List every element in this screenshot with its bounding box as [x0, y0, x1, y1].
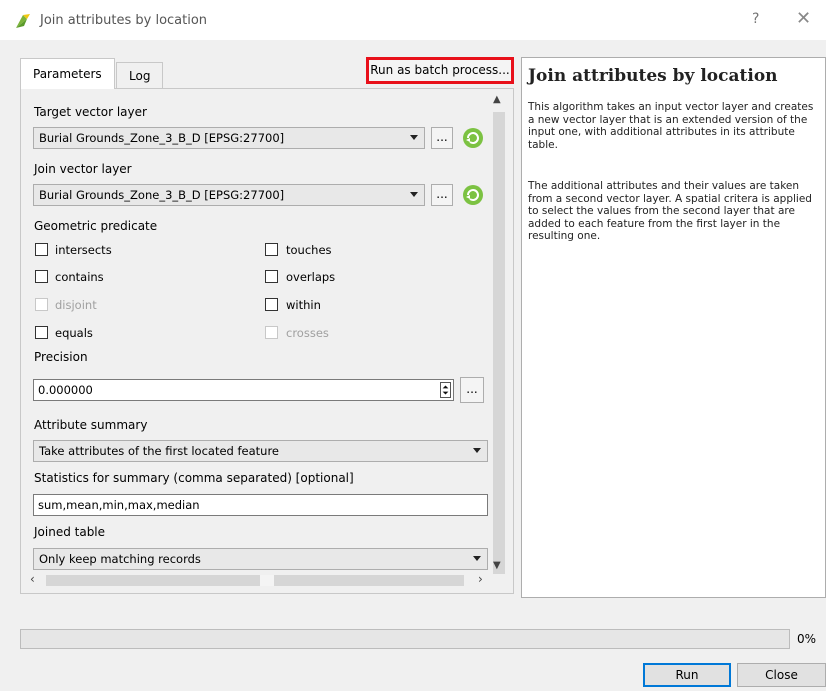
intersects-label: intersects [55, 243, 112, 257]
equals-checkbox[interactable] [35, 326, 48, 339]
overlaps-checkbox[interactable] [265, 270, 278, 283]
help-panel: Join attributes by location This algorit… [521, 57, 826, 598]
scroll-down-icon[interactable]: ▼ [493, 560, 501, 571]
touches-label: touches [286, 243, 332, 257]
scroll-up-icon[interactable]: ▲ [493, 94, 501, 105]
joined-table-label: Joined table [34, 525, 106, 539]
statistics-label: Statistics for summary (comma separated)… [34, 471, 354, 485]
chevron-down-icon [473, 448, 481, 453]
title-bar: Join attributes by location ? ✕ [0, 0, 826, 40]
chevron-down-icon [473, 556, 481, 561]
within-checkbox[interactable] [265, 298, 278, 311]
progress-percent: 0% [797, 632, 817, 646]
crosses-label: crosses [286, 326, 329, 340]
geometric-predicate-label: Geometric predicate [34, 219, 158, 233]
join-layer-label: Join vector layer [34, 162, 132, 176]
within-label: within [286, 298, 321, 312]
scroll-right-icon[interactable]: › [478, 572, 483, 586]
scroll-grip [260, 575, 274, 586]
close-button[interactable]: Close [737, 663, 826, 687]
target-layer-value: Burial Grounds_Zone_3_B_D [EPSG:27700] [39, 131, 285, 145]
touches-checkbox[interactable] [265, 243, 278, 256]
refresh-icon[interactable] [462, 184, 484, 206]
overlaps-label: overlaps [286, 270, 336, 284]
refresh-icon[interactable] [462, 127, 484, 149]
close-icon[interactable]: ✕ [796, 8, 811, 29]
join-layer-select[interactable]: Burial Grounds_Zone_3_B_D [EPSG:27700] [33, 184, 425, 206]
precision-value: 0.000000 [38, 383, 93, 397]
statistics-input[interactable]: sum,mean,min,max,median [33, 494, 488, 516]
spin-stepper-icon[interactable] [440, 382, 451, 398]
help-title: Join attributes by location [528, 66, 778, 86]
joined-table-select[interactable]: Only keep matching records [33, 548, 488, 570]
run-batch-process-button[interactable]: Run as batch process... [366, 57, 514, 84]
precision-label: Precision [34, 350, 88, 364]
chevron-down-icon [410, 192, 418, 197]
help-icon[interactable]: ? [752, 11, 759, 27]
horizontal-scroll-thumb[interactable] [46, 575, 464, 586]
tab-parameters[interactable]: Parameters [20, 58, 115, 89]
attribute-summary-label: Attribute summary [34, 418, 148, 432]
contains-label: contains [55, 270, 104, 284]
run-button[interactable]: Run [643, 663, 731, 687]
equals-label: equals [55, 326, 93, 340]
progress-bar [20, 629, 790, 649]
disjoint-label: disjoint [55, 298, 97, 312]
joined-table-value: Only keep matching records [39, 552, 201, 566]
target-browse-button[interactable]: ... [431, 127, 453, 149]
vertical-scrollbar[interactable]: ▲ ▼ [490, 94, 508, 576]
contains-checkbox[interactable] [35, 270, 48, 283]
window-title: Join attributes by location [40, 13, 208, 28]
join-layer-value: Burial Grounds_Zone_3_B_D [EPSG:27700] [39, 188, 285, 202]
chevron-down-icon [410, 135, 418, 140]
tab-log[interactable]: Log [116, 62, 164, 88]
precision-expression-button[interactable]: ... [460, 377, 484, 403]
attribute-summary-value: Take attributes of the first located fea… [39, 444, 280, 458]
crosses-checkbox [265, 326, 278, 339]
precision-input[interactable]: 0.000000 [33, 379, 454, 401]
help-paragraph-1: This algorithm takes an input vector lay… [528, 101, 814, 151]
disjoint-checkbox [35, 298, 48, 311]
horizontal-scrollbar[interactable]: ‹ › [30, 572, 490, 588]
vertical-scroll-thumb[interactable] [493, 112, 505, 574]
qgis-app-icon [16, 14, 30, 28]
target-layer-select[interactable]: Burial Grounds_Zone_3_B_D [EPSG:27700] [33, 127, 425, 149]
attribute-summary-select[interactable]: Take attributes of the first located fea… [33, 440, 488, 462]
scroll-left-icon[interactable]: ‹ [30, 572, 35, 586]
statistics-value: sum,mean,min,max,median [38, 498, 200, 512]
intersects-checkbox[interactable] [35, 243, 48, 256]
target-layer-label: Target vector layer [34, 105, 147, 119]
help-paragraph-2: The additional attributes and their valu… [528, 180, 812, 242]
join-browse-button[interactable]: ... [431, 184, 453, 206]
